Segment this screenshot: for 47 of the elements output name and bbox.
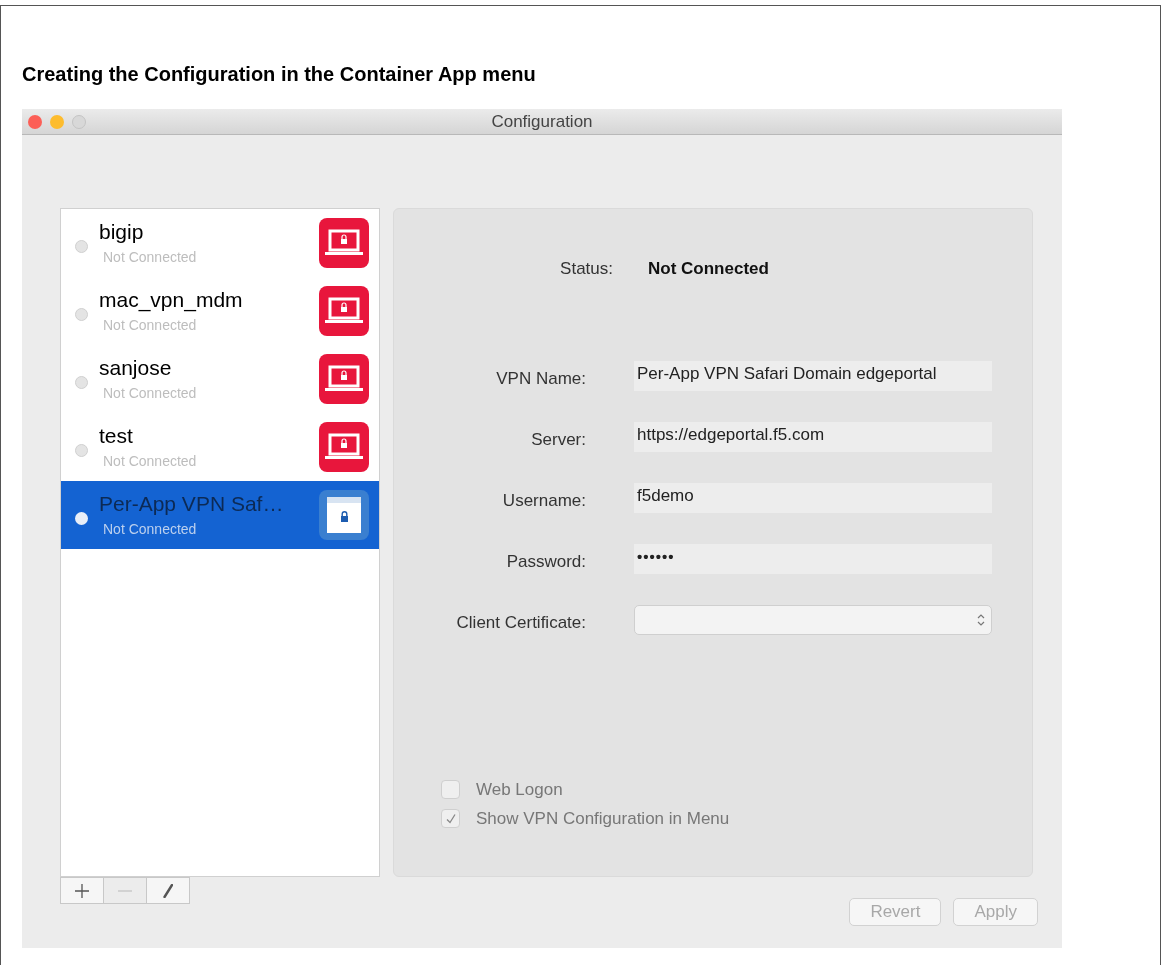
connection-name: test (99, 422, 134, 449)
zoom-button[interactable] (72, 114, 86, 129)
laptop-lock-icon (319, 286, 369, 336)
checkbox-label: Show VPN Configuration in Menu (476, 807, 730, 830)
laptop-lock-icon (319, 422, 369, 472)
field-label: Password: (505, 551, 586, 574)
connection-status: Not Connected (103, 247, 198, 267)
connection-status: Not Connected (103, 451, 198, 471)
minimize-button[interactable] (50, 114, 64, 129)
checkbox[interactable] (441, 809, 460, 828)
connection-name: mac_vpn_mdm (99, 286, 244, 313)
stepper-arrows-icon (977, 613, 985, 627)
connection-name: sanjose (99, 354, 173, 381)
connection-item[interactable]: sanjose Not Connected (61, 345, 379, 413)
field-label: Client Certificate: (455, 612, 586, 635)
password-field[interactable]: •••••• (634, 544, 992, 574)
list-toolbar-button[interactable] (146, 877, 190, 904)
list-toolbar-button[interactable] (60, 877, 104, 904)
window-title: Configuration (491, 110, 593, 133)
connection-status: Not Connected (103, 383, 198, 403)
checkbox-label: Web Logon (476, 778, 563, 801)
laptop-lock-icon (319, 218, 369, 268)
connection-name: Per-App VPN Saf… (99, 490, 285, 517)
client-certificate-select[interactable] (634, 605, 992, 635)
text-field[interactable]: f5demo (634, 483, 992, 513)
connection-item[interactable]: Per-App VPN Saf… Not Connected (61, 481, 379, 549)
checkbox[interactable] (441, 780, 460, 799)
connection-status: Not Connected (103, 519, 198, 539)
connection-name: bigip (99, 218, 145, 245)
status-label: Status: (559, 258, 613, 281)
connection-item[interactable]: bigip Not Connected (61, 209, 379, 277)
connection-status: Not Connected (103, 315, 198, 335)
checkmark-icon (444, 812, 457, 825)
laptop-lock-icon (319, 354, 369, 404)
page-heading: Creating the Configuration in the Container App menu (22, 62, 537, 86)
field-label: Username: (501, 490, 586, 513)
field-label: Server: (530, 429, 586, 452)
close-button[interactable] (28, 114, 42, 129)
connection-item[interactable]: test Not Connected (61, 413, 379, 481)
field-label: VPN Name: (495, 368, 586, 391)
connection-item[interactable]: mac_vpn_mdm Not Connected (61, 277, 379, 345)
pencil-icon (163, 883, 173, 898)
text-field[interactable]: Per-App VPN Safari Domain edgeportal (634, 361, 992, 391)
plus-icon (75, 883, 89, 898)
browser-lock-icon (319, 490, 369, 540)
text-field[interactable]: https://edgeportal.f5.com (634, 422, 992, 452)
status-value: Not Connected (648, 258, 769, 281)
